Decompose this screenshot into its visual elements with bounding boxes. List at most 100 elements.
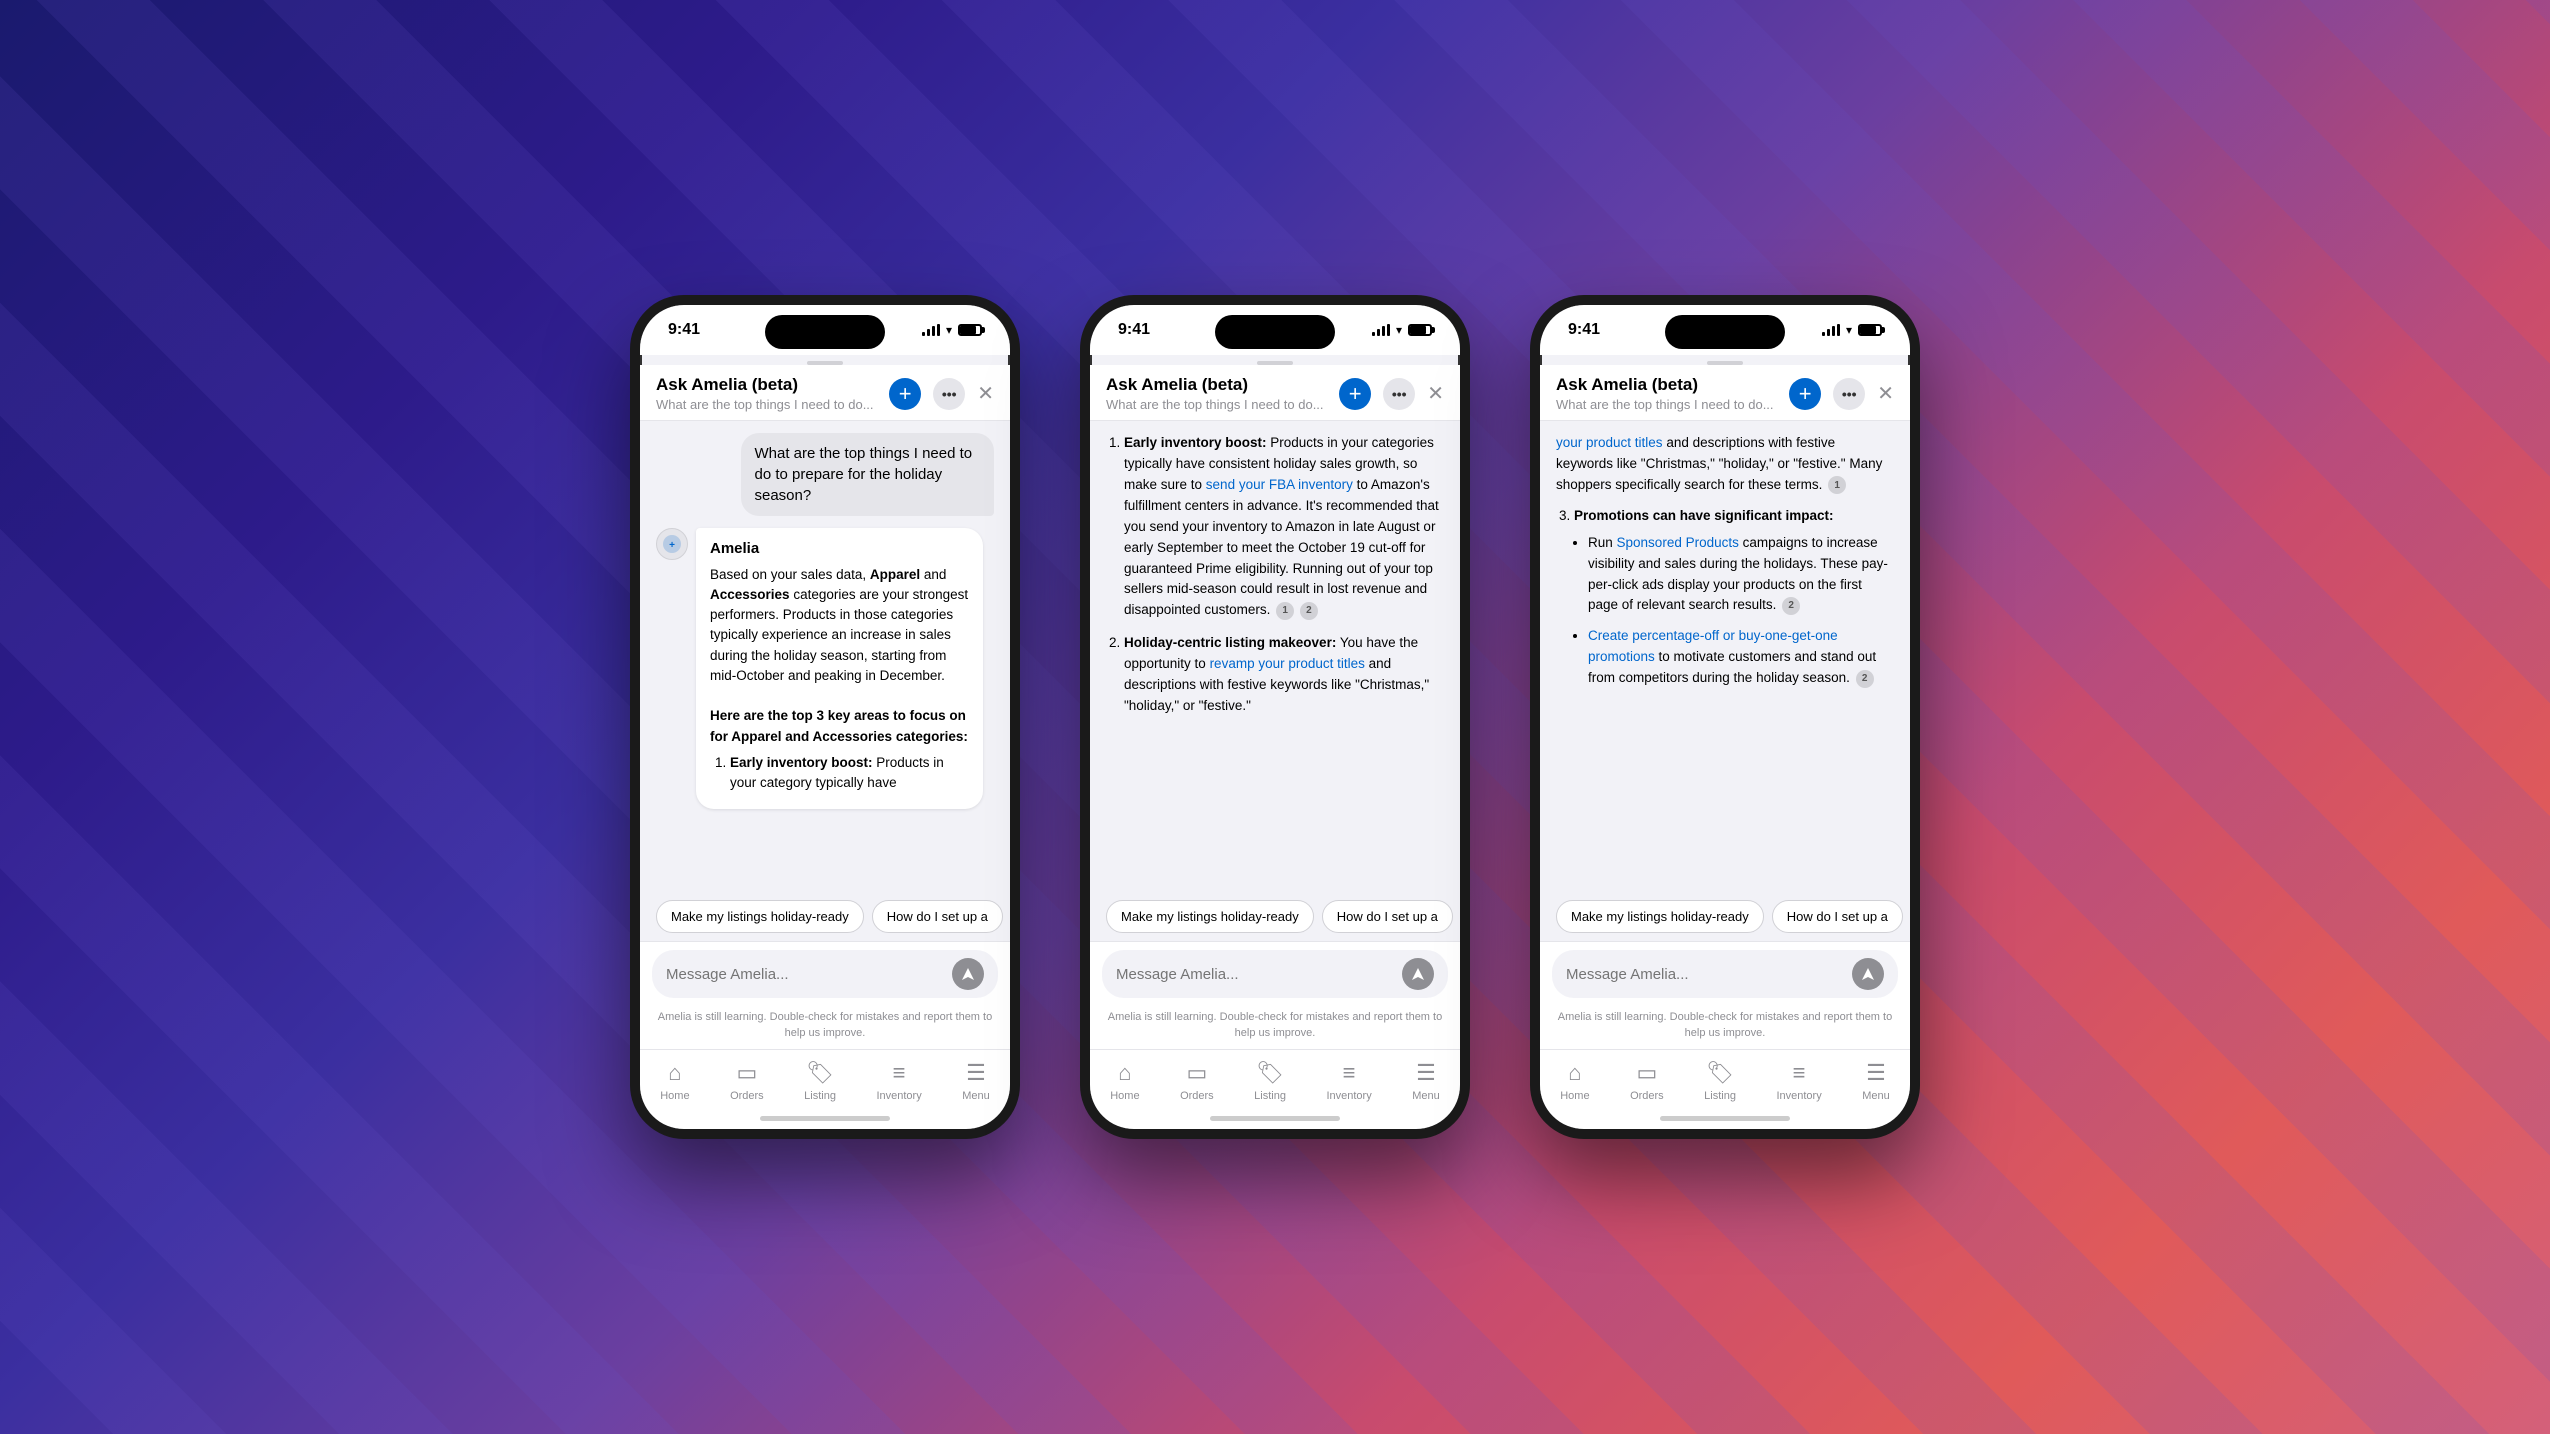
- nav-inventory-label-3: Inventory: [1776, 1090, 1821, 1102]
- nav-orders-label-3: Orders: [1630, 1090, 1664, 1102]
- add-button-1[interactable]: +: [889, 378, 921, 410]
- nav-orders-3[interactable]: ▭ Orders: [1630, 1060, 1664, 1102]
- signal-icon-3: [1822, 324, 1840, 336]
- product-titles-link-3[interactable]: your product titles: [1556, 435, 1663, 450]
- sponsored-products-link[interactable]: Sponsored Products: [1617, 535, 1739, 550]
- quick-reply-setup-3[interactable]: How do I set up a: [1772, 900, 1903, 933]
- dynamic-island-1: [765, 315, 885, 349]
- orders-icon-2: ▭: [1186, 1060, 1207, 1086]
- more-button-1[interactable]: •••: [933, 378, 965, 410]
- status-time-3: 9:41: [1568, 321, 1600, 339]
- amelia-bubble-1: Amelia Based on your sales data, Apparel…: [696, 528, 983, 809]
- status-icons-3: ▾: [1822, 323, 1882, 337]
- phone-1: 9:41 ▾ Ask Amelia (beta): [630, 295, 1020, 1139]
- message-input-1[interactable]: [666, 966, 944, 983]
- nav-orders-1[interactable]: ▭ Orders: [730, 1060, 764, 1102]
- message-input-area-2: [1090, 941, 1460, 1006]
- nav-menu-1[interactable]: ☰ Menu: [962, 1060, 990, 1102]
- quick-reply-holiday-1[interactable]: Make my listings holiday-ready: [656, 900, 864, 933]
- nav-menu-3[interactable]: ☰ Menu: [1862, 1060, 1890, 1102]
- close-button-1[interactable]: ✕: [977, 381, 994, 406]
- add-button-3[interactable]: +: [1789, 378, 1821, 410]
- citation-2-p2: 2: [1300, 602, 1318, 620]
- status-time-1: 9:41: [668, 321, 700, 339]
- amelia-avatar-1: +: [656, 528, 688, 560]
- status-icons-2: ▾: [1372, 323, 1432, 337]
- send-button-3[interactable]: [1852, 958, 1884, 990]
- citation-2-p3b: 2: [1856, 670, 1874, 688]
- chat-area-3: your product titles and descriptions wit…: [1540, 421, 1910, 892]
- send-button-2[interactable]: [1402, 958, 1434, 990]
- add-button-2[interactable]: +: [1339, 378, 1371, 410]
- nav-orders-2[interactable]: ▭ Orders: [1180, 1060, 1214, 1102]
- nav-menu-label-3: Menu: [1862, 1090, 1890, 1102]
- message-input-2[interactable]: [1116, 966, 1394, 983]
- status-bar-3: 9:41 ▾: [1540, 305, 1910, 355]
- nav-listing-1[interactable]: 🏷 Listing: [804, 1060, 836, 1102]
- send-button-1[interactable]: [952, 958, 984, 990]
- nav-home-3[interactable]: ⌂ Home: [1560, 1060, 1589, 1102]
- amelia-content-3: your product titles and descriptions wit…: [1556, 433, 1894, 689]
- amelia-text-1: Based on your sales data, Apparel and Ac…: [710, 565, 969, 794]
- nav-inventory-2[interactable]: ≡ Inventory: [1326, 1060, 1371, 1102]
- amelia-response-1: + Amelia Based on your sales data, Appar…: [656, 528, 994, 809]
- listing-icon-3: 🏷: [1706, 1060, 1734, 1086]
- menu-icon-1: ☰: [966, 1060, 986, 1086]
- nav-menu-label-1: Menu: [962, 1090, 990, 1102]
- battery-icon-1: [958, 324, 982, 336]
- header-subtitle-1: What are the top things I need to do...: [656, 397, 874, 412]
- nav-listing-label-1: Listing: [804, 1090, 836, 1102]
- chat-area-1: What are the top things I need to do to …: [640, 421, 1010, 892]
- nav-inventory-1[interactable]: ≡ Inventory: [876, 1060, 921, 1102]
- listing-icon-1: 🏷: [806, 1060, 834, 1086]
- user-message-1: What are the top things I need to do to …: [741, 433, 995, 516]
- header-subtitle-3: What are the top things I need to do...: [1556, 397, 1774, 412]
- home-icon-1: ⌂: [668, 1060, 681, 1086]
- home-icon-2: ⌂: [1118, 1060, 1131, 1086]
- svg-text:+: +: [669, 540, 675, 551]
- nav-orders-label-1: Orders: [730, 1090, 764, 1102]
- nav-inventory-label-1: Inventory: [876, 1090, 921, 1102]
- wifi-icon-1: ▾: [946, 323, 952, 337]
- close-button-2[interactable]: ✕: [1427, 381, 1444, 406]
- inventory-icon-3: ≡: [1793, 1060, 1806, 1086]
- inventory-icon-2: ≡: [1343, 1060, 1356, 1086]
- quick-replies-3: Make my listings holiday-ready How do I …: [1540, 892, 1910, 941]
- nav-home-label-3: Home: [1560, 1090, 1589, 1102]
- phone-2: 9:41 ▾ Ask Amelia (beta) W: [1080, 295, 1470, 1139]
- promotions-link[interactable]: Create percentage-off or buy-one-get-one…: [1588, 628, 1838, 664]
- wifi-icon-2: ▾: [1396, 323, 1402, 337]
- more-button-3[interactable]: •••: [1833, 378, 1865, 410]
- quick-reply-holiday-3[interactable]: Make my listings holiday-ready: [1556, 900, 1764, 933]
- signal-icon-1: [922, 324, 940, 336]
- nav-home-2[interactable]: ⌂ Home: [1110, 1060, 1139, 1102]
- quick-reply-setup-1[interactable]: How do I set up a: [872, 900, 1003, 933]
- home-indicator-1: [760, 1116, 890, 1121]
- home-indicator-3: [1660, 1116, 1790, 1121]
- nav-listing-3[interactable]: 🏷 Listing: [1704, 1060, 1736, 1102]
- fba-inventory-link[interactable]: send your FBA inventory: [1206, 477, 1353, 492]
- nav-home-1[interactable]: ⌂ Home: [660, 1060, 689, 1102]
- quick-reply-holiday-2[interactable]: Make my listings holiday-ready: [1106, 900, 1314, 933]
- message-input-3[interactable]: [1566, 966, 1844, 983]
- header-title-1: Ask Amelia (beta): [656, 375, 874, 395]
- nav-listing-2[interactable]: 🏷 Listing: [1254, 1060, 1286, 1102]
- nav-home-label-1: Home: [660, 1090, 689, 1102]
- app-header-3: Ask Amelia (beta) What are the top thing…: [1540, 365, 1910, 421]
- battery-icon-3: [1858, 324, 1882, 336]
- citation-2-p3a: 2: [1782, 597, 1800, 615]
- menu-icon-2: ☰: [1416, 1060, 1436, 1086]
- header-subtitle-2: What are the top things I need to do...: [1106, 397, 1324, 412]
- more-button-2[interactable]: •••: [1383, 378, 1415, 410]
- message-input-area-3: [1540, 941, 1910, 1006]
- quick-reply-setup-2[interactable]: How do I set up a: [1322, 900, 1453, 933]
- home-indicator-2: [1210, 1116, 1340, 1121]
- disclaimer-1: Amelia is still learning. Double-check f…: [640, 1006, 1010, 1049]
- nav-inventory-3[interactable]: ≡ Inventory: [1776, 1060, 1821, 1102]
- revamp-titles-link[interactable]: revamp your product titles: [1210, 656, 1365, 671]
- nav-menu-2[interactable]: ☰ Menu: [1412, 1060, 1440, 1102]
- close-button-3[interactable]: ✕: [1877, 381, 1894, 406]
- signal-icon-2: [1372, 324, 1390, 336]
- orders-icon-3: ▭: [1636, 1060, 1657, 1086]
- status-time-2: 9:41: [1118, 321, 1150, 339]
